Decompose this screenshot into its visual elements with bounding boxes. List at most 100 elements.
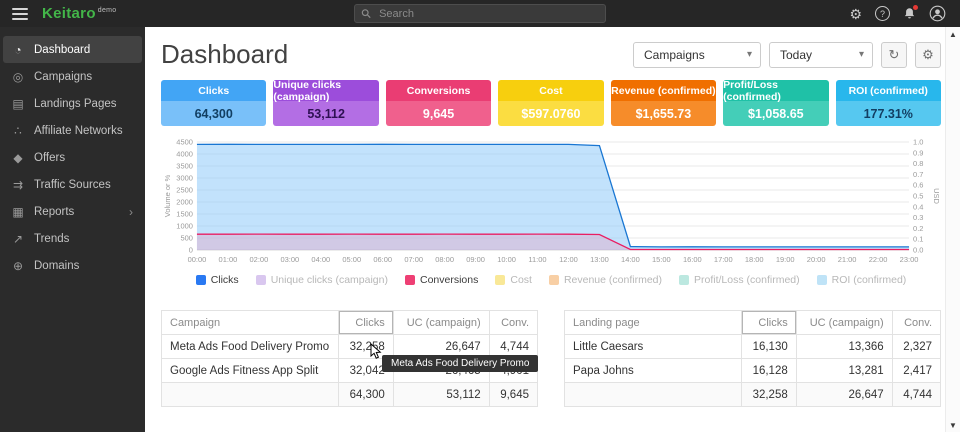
svg-text:4000: 4000 (176, 149, 193, 158)
search-bar[interactable] (354, 4, 606, 23)
svg-text:0: 0 (189, 245, 193, 254)
column-header-landing-page[interactable]: Landing page (565, 311, 742, 335)
offers-icon: ◆ (11, 151, 25, 165)
svg-text:02:00: 02:00 (250, 255, 269, 264)
svg-text:03:00: 03:00 (280, 255, 299, 264)
metric-label: ROI (confirmed) (836, 80, 941, 101)
metric-label: Cost (498, 80, 603, 101)
svg-text:16:00: 16:00 (683, 255, 702, 264)
svg-text:23:00: 23:00 (900, 255, 919, 264)
affiliate-networks-icon: ∴ (11, 124, 25, 138)
sidebar-item-dashboard[interactable]: ◔Dashboard (3, 36, 142, 63)
metric-card: Unique clicks (campaign)53,112 (273, 80, 378, 126)
metric-value: $1,058.65 (723, 101, 828, 126)
traffic-chart[interactable]: 0500100015002000250030003500400045000.00… (161, 136, 941, 286)
dashboard-settings-button[interactable]: ⚙ (915, 42, 941, 68)
legend-swatch (679, 275, 689, 285)
sidebar-item-affiliate-networks[interactable]: ∴Affiliate Networks (3, 117, 142, 144)
column-header-conv[interactable]: Conv. (489, 311, 537, 335)
svg-text:2000: 2000 (176, 197, 193, 206)
metric-label: Unique clicks (campaign) (273, 80, 378, 101)
svg-text:USD: USD (932, 188, 941, 204)
summary-tables: Campaign Clicks UC (campaign) Conv. Meta… (161, 310, 941, 407)
legend-swatch (196, 275, 206, 285)
metric-label: Conversions (386, 80, 491, 101)
svg-text:21:00: 21:00 (838, 255, 857, 264)
legend-item[interactable]: Profit/Loss (confirmed) (679, 274, 800, 286)
svg-text:4500: 4500 (176, 137, 193, 146)
legend-swatch (549, 275, 559, 285)
legend-item[interactable]: Cost (495, 274, 532, 286)
legend-item[interactable]: ROI (confirmed) (817, 274, 907, 286)
sidebar-item-domains[interactable]: ⊕Domains (3, 252, 142, 279)
svg-text:3000: 3000 (176, 173, 193, 182)
chart-canvas[interactable]: 0500100015002000250030003500400045000.00… (161, 136, 941, 268)
legend-item[interactable]: Conversions (405, 274, 478, 286)
legend-item[interactable]: Unique clicks (campaign) (256, 274, 388, 286)
metric-label: Revenue (confirmed) (611, 80, 716, 101)
metric-value: 9,645 (386, 101, 491, 126)
sidebar-item-trends[interactable]: ↗Trends (3, 225, 142, 252)
svg-text:0.8: 0.8 (913, 159, 923, 168)
refresh-button[interactable]: ↻ (881, 42, 907, 68)
sidebar-item-traffic-sources[interactable]: ⇉Traffic Sources (3, 171, 142, 198)
table-row[interactable]: Papa Johns 16,128 13,281 2,417 (565, 359, 941, 383)
chevron-down-icon: ▾ (845, 49, 864, 60)
svg-text:07:00: 07:00 (404, 255, 423, 264)
column-header-uc[interactable]: UC (campaign) (393, 311, 489, 335)
metric-label: Profit/Loss (confirmed) (723, 80, 828, 101)
legend-swatch (405, 275, 415, 285)
scroll-up-arrow-icon[interactable]: ▲ (946, 27, 960, 41)
app-window: Keitarodemo ⚙ ? ◔Dashboard ◎Campaigns ▤L… (0, 0, 960, 432)
svg-text:17:00: 17:00 (714, 255, 733, 264)
legend-item[interactable]: Clicks (196, 274, 239, 286)
totals-row: 64,300 53,112 9,645 (162, 383, 538, 407)
legend-item[interactable]: Revenue (confirmed) (549, 274, 662, 286)
chart-legend: Clicks Unique clicks (campaign) Conversion… (161, 274, 941, 286)
svg-text:1000: 1000 (176, 221, 193, 230)
campaigns-icon: ◎ (11, 70, 25, 84)
legend-swatch (495, 275, 505, 285)
metric-card: ROI (confirmed)177.31% (836, 80, 941, 126)
svg-text:0.4: 0.4 (913, 202, 923, 211)
menu-icon[interactable] (12, 8, 28, 20)
column-header-clicks[interactable]: Clicks (741, 311, 796, 335)
main-content: Dashboard Campaigns▾ Today▾ ↻ ⚙ Clicks64… (145, 27, 946, 432)
table-row[interactable]: Little Caesars 16,130 13,366 2,327 (565, 335, 941, 359)
svg-text:0.0: 0.0 (913, 245, 923, 254)
svg-text:10:00: 10:00 (497, 255, 516, 264)
sidebar-item-landings[interactable]: ▤Landings Pages (3, 90, 142, 117)
bell-icon[interactable] (903, 7, 916, 20)
metric-value: 177.31% (836, 101, 941, 126)
trends-icon: ↗ (11, 232, 25, 246)
metric-value: $597.0760 (498, 101, 603, 126)
sidebar-item-reports[interactable]: ▦Reports› (3, 198, 142, 225)
column-header-clicks[interactable]: Clicks (338, 311, 393, 335)
traffic-sources-icon: ⇉ (11, 178, 25, 192)
svg-text:18:00: 18:00 (745, 255, 764, 264)
search-input[interactable] (377, 7, 599, 21)
metric-card: Conversions9,645 (386, 80, 491, 126)
gear-icon[interactable]: ⚙ (849, 7, 862, 21)
svg-text:08:00: 08:00 (435, 255, 454, 264)
legend-swatch (256, 275, 266, 285)
column-header-campaign[interactable]: Campaign (162, 311, 339, 335)
column-header-uc[interactable]: UC (campaign) (796, 311, 892, 335)
user-avatar-icon[interactable] (929, 5, 946, 22)
sidebar-item-campaigns[interactable]: ◎Campaigns (3, 63, 142, 90)
svg-text:01:00: 01:00 (219, 255, 238, 264)
svg-text:06:00: 06:00 (373, 255, 392, 264)
svg-text:15:00: 15:00 (652, 255, 671, 264)
column-header-conv[interactable]: Conv. (892, 311, 940, 335)
metric-card: Revenue (confirmed)$1,655.73 (611, 80, 716, 126)
svg-text:1500: 1500 (176, 209, 193, 218)
sidebar-item-offers[interactable]: ◆Offers (3, 144, 142, 171)
app-logo[interactable]: Keitarodemo (42, 5, 117, 22)
scroll-down-arrow-icon[interactable]: ▼ (946, 418, 960, 432)
campaign-filter-select[interactable]: Campaigns▾ (633, 42, 761, 68)
svg-text:0.6: 0.6 (913, 181, 923, 190)
help-icon[interactable]: ? (875, 6, 890, 21)
svg-text:0.7: 0.7 (913, 170, 923, 179)
date-range-select[interactable]: Today▾ (769, 42, 873, 68)
page-scrollbar[interactable]: ▲ ▼ (945, 27, 960, 432)
